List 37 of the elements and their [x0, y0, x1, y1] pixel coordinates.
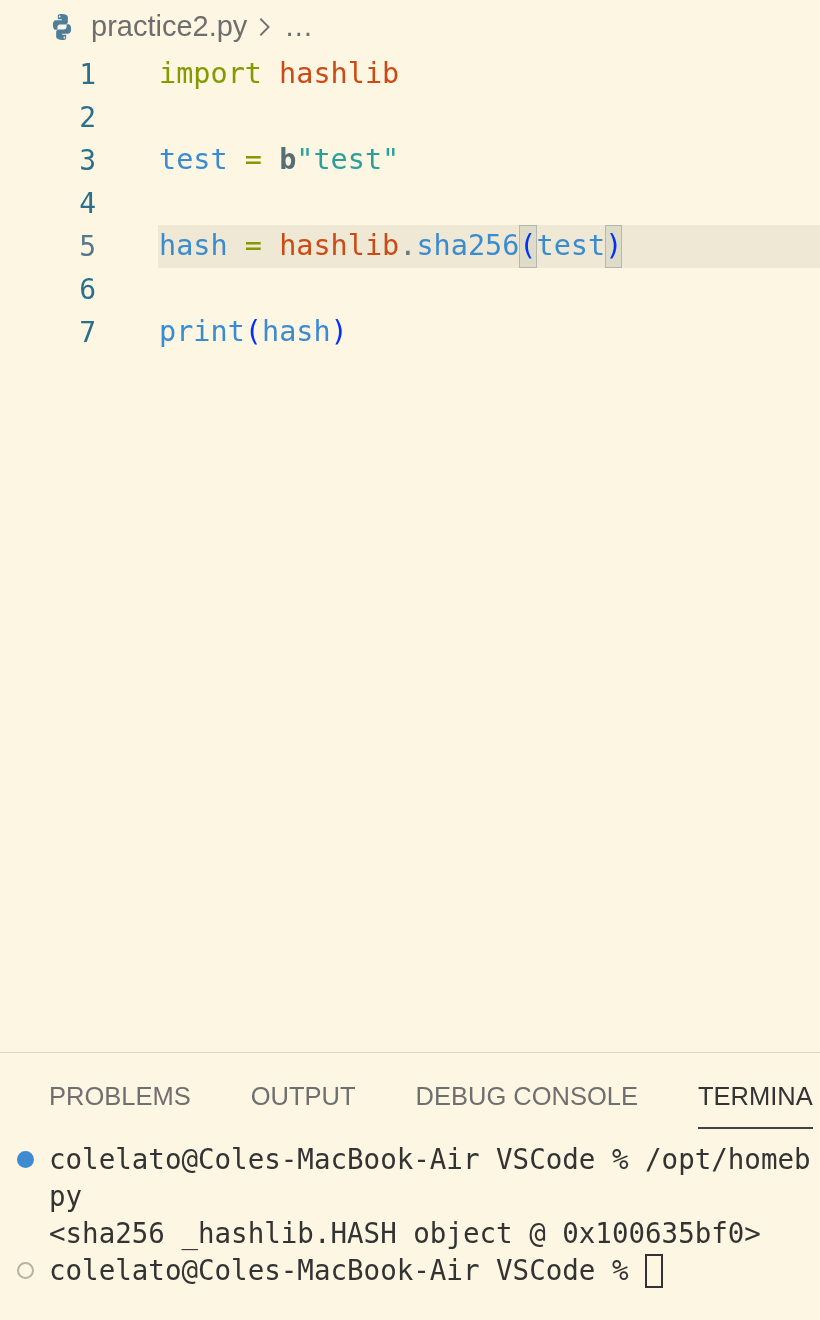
- operator: =: [244, 142, 262, 179]
- punctuation: .: [399, 228, 417, 265]
- panel-tab[interactable]: OUTPUT: [250, 1065, 356, 1129]
- line-number: 3: [78, 143, 96, 179]
- bracket: (: [519, 225, 537, 268]
- breadcrumb-file-name[interactable]: practice2.py: [91, 4, 248, 49]
- bracket: (: [244, 314, 262, 351]
- variable-name: hash: [159, 228, 228, 265]
- function-name: print: [159, 314, 245, 351]
- module-name: hashlib: [279, 56, 400, 93]
- string-literal: "test": [296, 142, 400, 179]
- terminal-line: py: [49, 1178, 83, 1214]
- terminal-line: <sha256 _hashlib.HASH object @ 0x100635bf0>: [49, 1215, 761, 1252]
- bracket: ): [330, 314, 348, 351]
- line-number: 6: [78, 272, 96, 308]
- variable-name: hash: [261, 314, 331, 351]
- terminal-line: colelato@Coles-MacBook-Air VSCode % /opt/homeb: [49, 1141, 811, 1177]
- ring-icon[interactable]: [17, 1262, 34, 1279]
- line-number: 4: [78, 186, 96, 222]
- line-number: 7: [78, 315, 96, 351]
- bracket: ): [605, 225, 623, 268]
- panel-tab[interactable]: PROBLEMS: [49, 1065, 191, 1129]
- module-name: hashlib: [279, 228, 400, 265]
- chevron-right-icon: [259, 16, 271, 37]
- line-number: 5: [78, 229, 96, 265]
- keyword: import: [159, 56, 262, 93]
- terminal-line: colelato@Coles-MacBook-Air VSCode %: [49, 1252, 629, 1288]
- operator: =: [244, 228, 262, 265]
- function-name: sha256: [416, 228, 520, 265]
- line-number: 1: [78, 57, 96, 93]
- panel-tab[interactable]: DEBUG CONSOLE: [415, 1065, 638, 1129]
- breadcrumb-ellipsis[interactable]: …: [284, 4, 314, 49]
- panel-tab[interactable]: TERMINA: [698, 1065, 813, 1129]
- string-prefix: b: [279, 142, 297, 179]
- variable-name: test: [536, 228, 606, 265]
- line-number: 2: [78, 100, 96, 136]
- variable-name: test: [159, 142, 228, 179]
